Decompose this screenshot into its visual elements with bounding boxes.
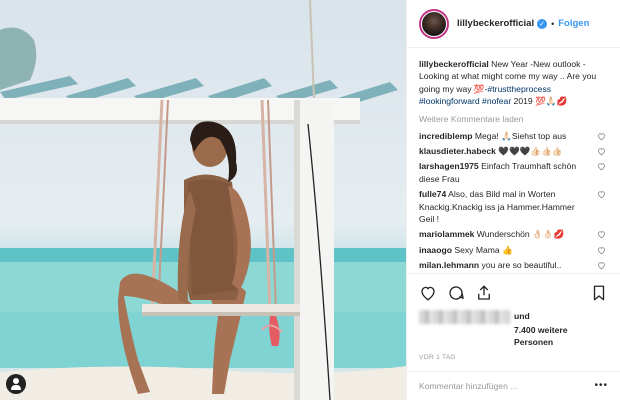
comment-row: larshagen1975 Einfach Traumhaft schön di…: [419, 160, 608, 185]
comment-icon[interactable]: [447, 284, 465, 302]
comment-username[interactable]: fulle74: [419, 189, 446, 199]
comment-like-heart-icon[interactable]: [597, 261, 606, 270]
comment-like-heart-icon[interactable]: [597, 147, 606, 156]
comment-username[interactable]: incrediblemp: [419, 131, 472, 141]
comment-row: inaaogo Sexy Mama 👍: [419, 244, 608, 256]
comment-row: milan.lehmann you are so beautiful..: [419, 259, 608, 271]
comment-like-heart-icon[interactable]: [597, 230, 606, 239]
comment-username[interactable]: milan.lehmann: [419, 260, 479, 270]
bookmark-icon[interactable]: [590, 284, 608, 302]
comment-row: incrediblemp Mega! 🙏🏻Siehst top aus: [419, 130, 608, 142]
add-comment-bar: •••: [407, 370, 620, 400]
comment-text: you are so beautiful..: [479, 260, 562, 271]
comment-username[interactable]: inaaogo: [419, 245, 452, 255]
likes-count-link[interactable]: 7.400 weitere Personen: [514, 324, 608, 348]
action-icons-row: [419, 280, 608, 306]
share-icon[interactable]: [475, 284, 493, 302]
comment-text: Mega! 🙏🏻Siehst top aus: [472, 130, 567, 141]
post-timestamp: VOR 1 TAG: [419, 353, 456, 361]
post-header: lillybeckerofficial ✓ • Folgen: [407, 0, 620, 48]
beach-swing-photo: [0, 0, 406, 400]
more-options-icon[interactable]: •••: [594, 380, 608, 391]
comment-text: Sexy Mama 👍: [451, 244, 513, 255]
post-side-panel: lillybeckerofficial ✓ • Folgen lillybeck…: [406, 0, 620, 400]
comment-like-heart-icon[interactable]: [597, 246, 606, 255]
heart-icon[interactable]: [419, 284, 437, 302]
header-username[interactable]: lillybeckerofficial: [457, 18, 534, 29]
caption-username[interactable]: lillybeckerofficial: [419, 59, 489, 69]
likes-und: und: [513, 310, 530, 321]
comment-row: klausdieter.habeck 🖤🖤🖤👍🏻👍🏻👍🏻: [419, 145, 608, 157]
comment-like-heart-icon[interactable]: [597, 190, 606, 199]
post-caption: lillybeckerofficial New Year -New outloo…: [419, 58, 608, 108]
load-more-comments-link[interactable]: Weitere Kommentare laden: [419, 114, 608, 124]
follow-button[interactable]: Folgen: [558, 18, 589, 29]
verified-icon: ✓: [537, 18, 548, 29]
comment-list: incrediblemp Mega! 🙏🏻Siehst top aus klaus…: [419, 130, 608, 273]
comment-username[interactable]: klausdieter.habeck: [419, 146, 496, 156]
comment-like-heart-icon[interactable]: [597, 132, 606, 141]
comment-username[interactable]: larshagen1975: [419, 161, 479, 171]
post-actions: und 7.400 weitere Personen VOR 1 TAG: [407, 272, 620, 361]
comment-text: Wunderschön 👌🏻👌🏻💋: [474, 229, 565, 240]
likes-summary: und 7.400 weitere Personen: [419, 309, 608, 348]
comment-username[interactable]: mariolammek: [419, 229, 474, 239]
comment-input[interactable]: [419, 380, 595, 391]
post-photo[interactable]: [0, 0, 406, 400]
comment-text: 🖤🖤🖤👍🏻👍🏻👍🏻: [495, 146, 563, 157]
caption-tail: 2019 💯🙏🏻💋: [511, 96, 568, 107]
comment-row: mariolammek Wunderschön 👌🏻👌🏻💋: [419, 228, 608, 240]
user-tag-icon[interactable]: [6, 374, 26, 394]
comments-area[interactable]: lillybeckerofficial New Year -New outloo…: [407, 48, 620, 273]
comment-like-heart-icon[interactable]: [597, 162, 606, 171]
comment-row: fulle74 Also, das Bild mal in Worten Kna…: [419, 188, 608, 225]
avatar[interactable]: [419, 8, 449, 39]
blurred-liker-names: [419, 309, 510, 324]
header-separator: •: [551, 18, 555, 29]
instagram-post-view: lillybeckerofficial ✓ • Folgen lillybeck…: [0, 0, 620, 400]
